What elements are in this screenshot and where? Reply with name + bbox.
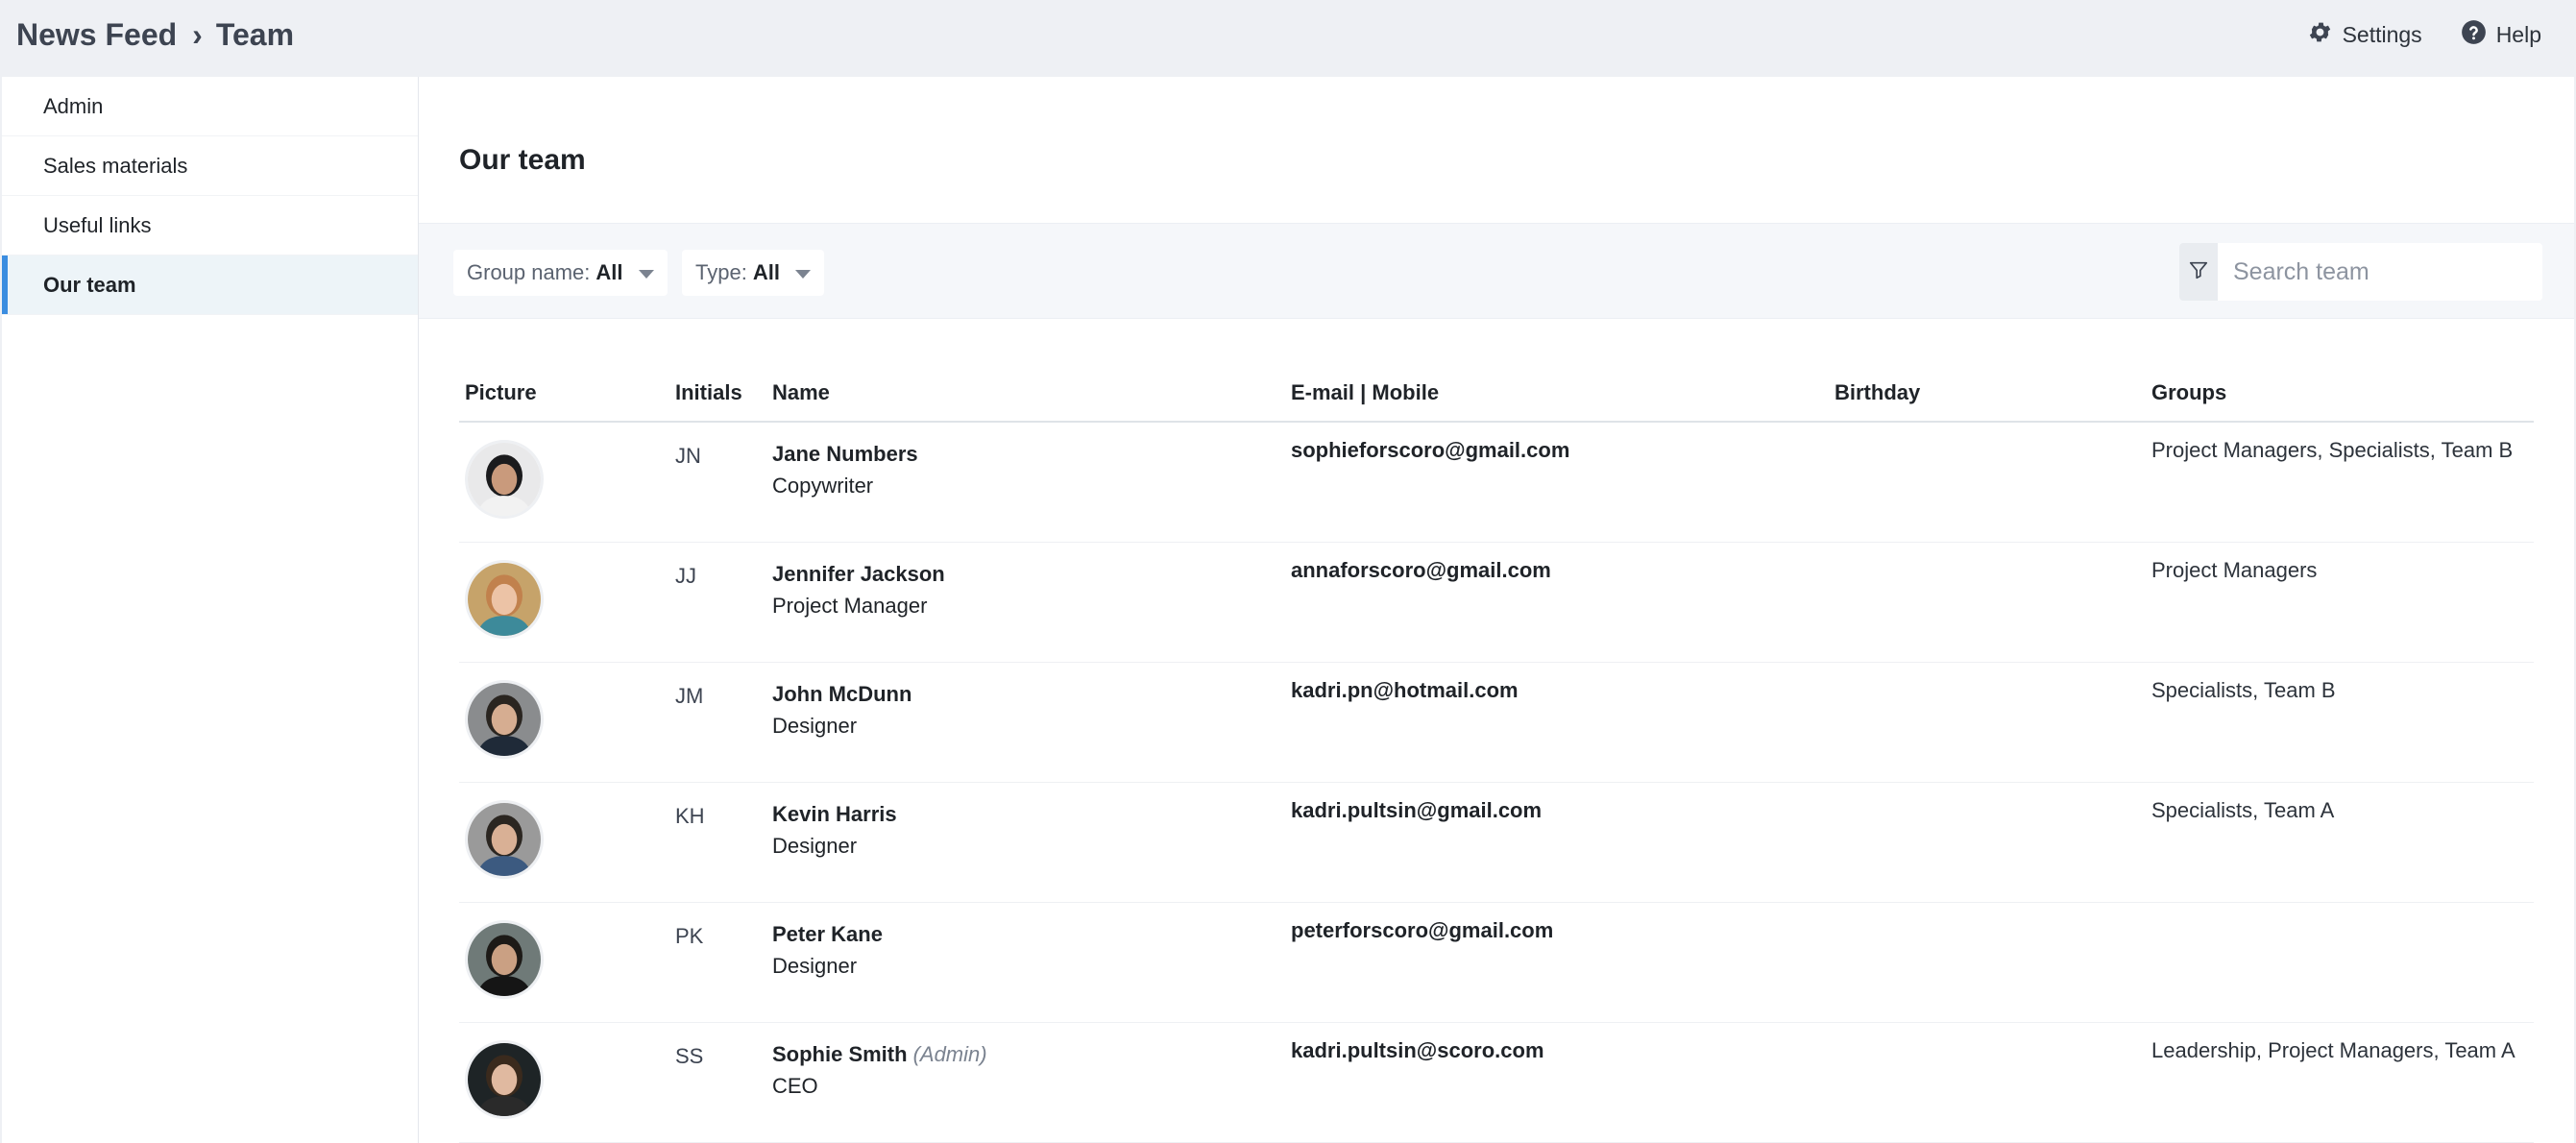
table-row[interactable]: JM John McDunn Designer kadri.pn@hotmail.co… [459,663,2534,783]
member-name[interactable]: Peter Kane [772,922,883,946]
name-cell: Sophie Smith (Admin) CEO [772,1038,987,1102]
email-cell[interactable]: annaforscoro@gmail.com [1291,558,1551,583]
chevron-down-icon [638,269,654,279]
top-bar: News Feed › Team Settings Help [0,0,2576,77]
team-table: Picture Initials Name E-mail | Mobile Bi… [459,363,2534,1143]
column-header-name[interactable]: Name [772,380,830,405]
help-button[interactable]: Help [2461,19,2541,51]
gear-icon [2307,19,2333,51]
settings-label: Settings [2342,21,2422,47]
groups-cell: Specialists, Team A [2151,798,2335,822]
table-row[interactable]: JN Jane Numbers Copywriter sophieforscoro@g… [459,423,2534,543]
table-row[interactable]: KH Kevin Harris Designer kadri.pultsin@gmai… [459,783,2534,903]
column-header-picture[interactable]: Picture [465,380,537,405]
initials-cell: KH [675,804,705,828]
search-box [2179,243,2542,301]
name-cell: Kevin Harris Designer [772,798,903,862]
page-title: Our team [459,144,586,176]
initials-cell: PK [675,924,704,948]
avatar[interactable] [465,920,544,999]
column-header-groups[interactable]: Groups [2151,380,2226,405]
initials-cell: JN [675,444,701,468]
email-cell[interactable]: kadri.pultsin@scoro.com [1291,1038,1544,1063]
column-header-initials[interactable]: Initials [675,380,742,405]
settings-button[interactable]: Settings [2307,19,2422,51]
avatar[interactable] [465,440,544,519]
initials-cell: JJ [675,564,696,588]
groups-cell: Leadership, Project Managers, Team A [2151,1038,2515,1062]
avatar-photo [465,1040,544,1119]
name-cell: Peter Kane Designer [772,918,888,982]
column-header-email[interactable]: E-mail | Mobile [1291,380,1439,405]
initials-cell: JM [675,684,704,708]
member-name[interactable]: Kevin Harris [772,802,897,826]
filter-icon [2188,259,2209,285]
group-filter-label: Group name: [467,260,591,284]
email-cell[interactable]: peterforscoro@gmail.com [1291,918,1553,943]
breadcrumb-news-feed[interactable]: News Feed [16,17,177,53]
admin-tag: (Admin) [912,1042,987,1066]
member-name[interactable]: Jennifer Jackson [772,562,945,586]
name-cell: John McDunn Designer [772,678,917,742]
member-role: Designer [772,834,858,858]
help-label: Help [2495,21,2541,47]
avatar-photo [465,560,544,639]
avatar-photo [465,680,544,759]
sidebar-item-label: Useful links [43,212,152,237]
member-name[interactable]: John McDunn [772,682,911,706]
sidebar-item-label: Admin [43,93,104,118]
type-filter[interactable]: Type: All [682,250,824,296]
sidebar-item-useful-links[interactable]: Useful links [2,196,418,255]
avatar-photo [465,800,544,879]
help-icon [2461,19,2487,51]
member-role: Copywriter [772,474,874,498]
breadcrumb: News Feed › Team [16,0,294,69]
member-name[interactable]: Sophie Smith [772,1042,908,1066]
avatar[interactable] [465,560,544,639]
email-cell[interactable]: kadri.pultsin@gmail.com [1291,798,1542,823]
avatar[interactable] [465,800,544,879]
avatar[interactable] [465,680,544,759]
avatar-photo [465,440,544,519]
table-row[interactable]: SS Sophie Smith (Admin) CEO kadri.pultsin@sc… [459,1023,2534,1143]
sidebar: Admin Sales materials Useful links Our t… [2,77,419,1143]
breadcrumb-current: Team [215,16,295,52]
table-header: Picture Initials Name E-mail | Mobile Bi… [459,363,2534,423]
email-cell[interactable]: kadri.pn@hotmail.com [1291,678,1519,703]
member-role: Project Manager [772,594,928,618]
groups-cell: Specialists, Team B [2151,678,2336,702]
avatar-photo [465,920,544,999]
name-cell: Jane Numbers Copywriter [772,438,924,501]
search-input[interactable] [2218,243,2542,301]
sidebar-item-label: Sales materials [43,153,188,178]
table-row[interactable]: JJ Jennifer Jackson Project Manager annafor… [459,543,2534,663]
sidebar-item-sales-materials[interactable]: Sales materials [2,136,418,196]
group-name-filter[interactable]: Group name: All [453,250,668,296]
member-role: Designer [772,954,858,978]
sidebar-item-label: Our team [43,272,136,297]
avatar[interactable] [465,1040,544,1119]
breadcrumb-separator: › [192,16,203,52]
type-filter-value: All [752,260,780,284]
main-content: Our team Group name: All Type: All Pictu… [419,77,2574,1143]
chevron-down-icon [794,269,811,279]
groups-cell: Project Managers, Specialists, Team B [2151,438,2514,462]
type-filter-label: Type: [695,260,747,284]
name-cell: Jennifer Jackson Project Manager [772,558,951,621]
filter-button[interactable] [2179,243,2218,301]
sidebar-item-our-team[interactable]: Our team [2,255,418,315]
table-row[interactable]: PK Peter Kane Designer peterforscoro@gmail.… [459,903,2534,1023]
initials-cell: SS [675,1044,704,1068]
filter-bar: Group name: All Type: All [419,223,2574,319]
table-body: JN Jane Numbers Copywriter sophieforscoro@g… [459,423,2534,1143]
sidebar-item-admin[interactable]: Admin [2,77,418,136]
member-name[interactable]: Jane Numbers [772,442,918,466]
column-header-birthday[interactable]: Birthday [1835,380,1920,405]
member-role: CEO [772,1074,818,1098]
group-filter-value: All [595,260,623,284]
groups-cell: Project Managers [2151,558,2318,582]
member-role: Designer [772,714,858,738]
top-actions: Settings Help [2307,0,2541,69]
email-cell[interactable]: sophieforscoro@gmail.com [1291,438,1569,463]
